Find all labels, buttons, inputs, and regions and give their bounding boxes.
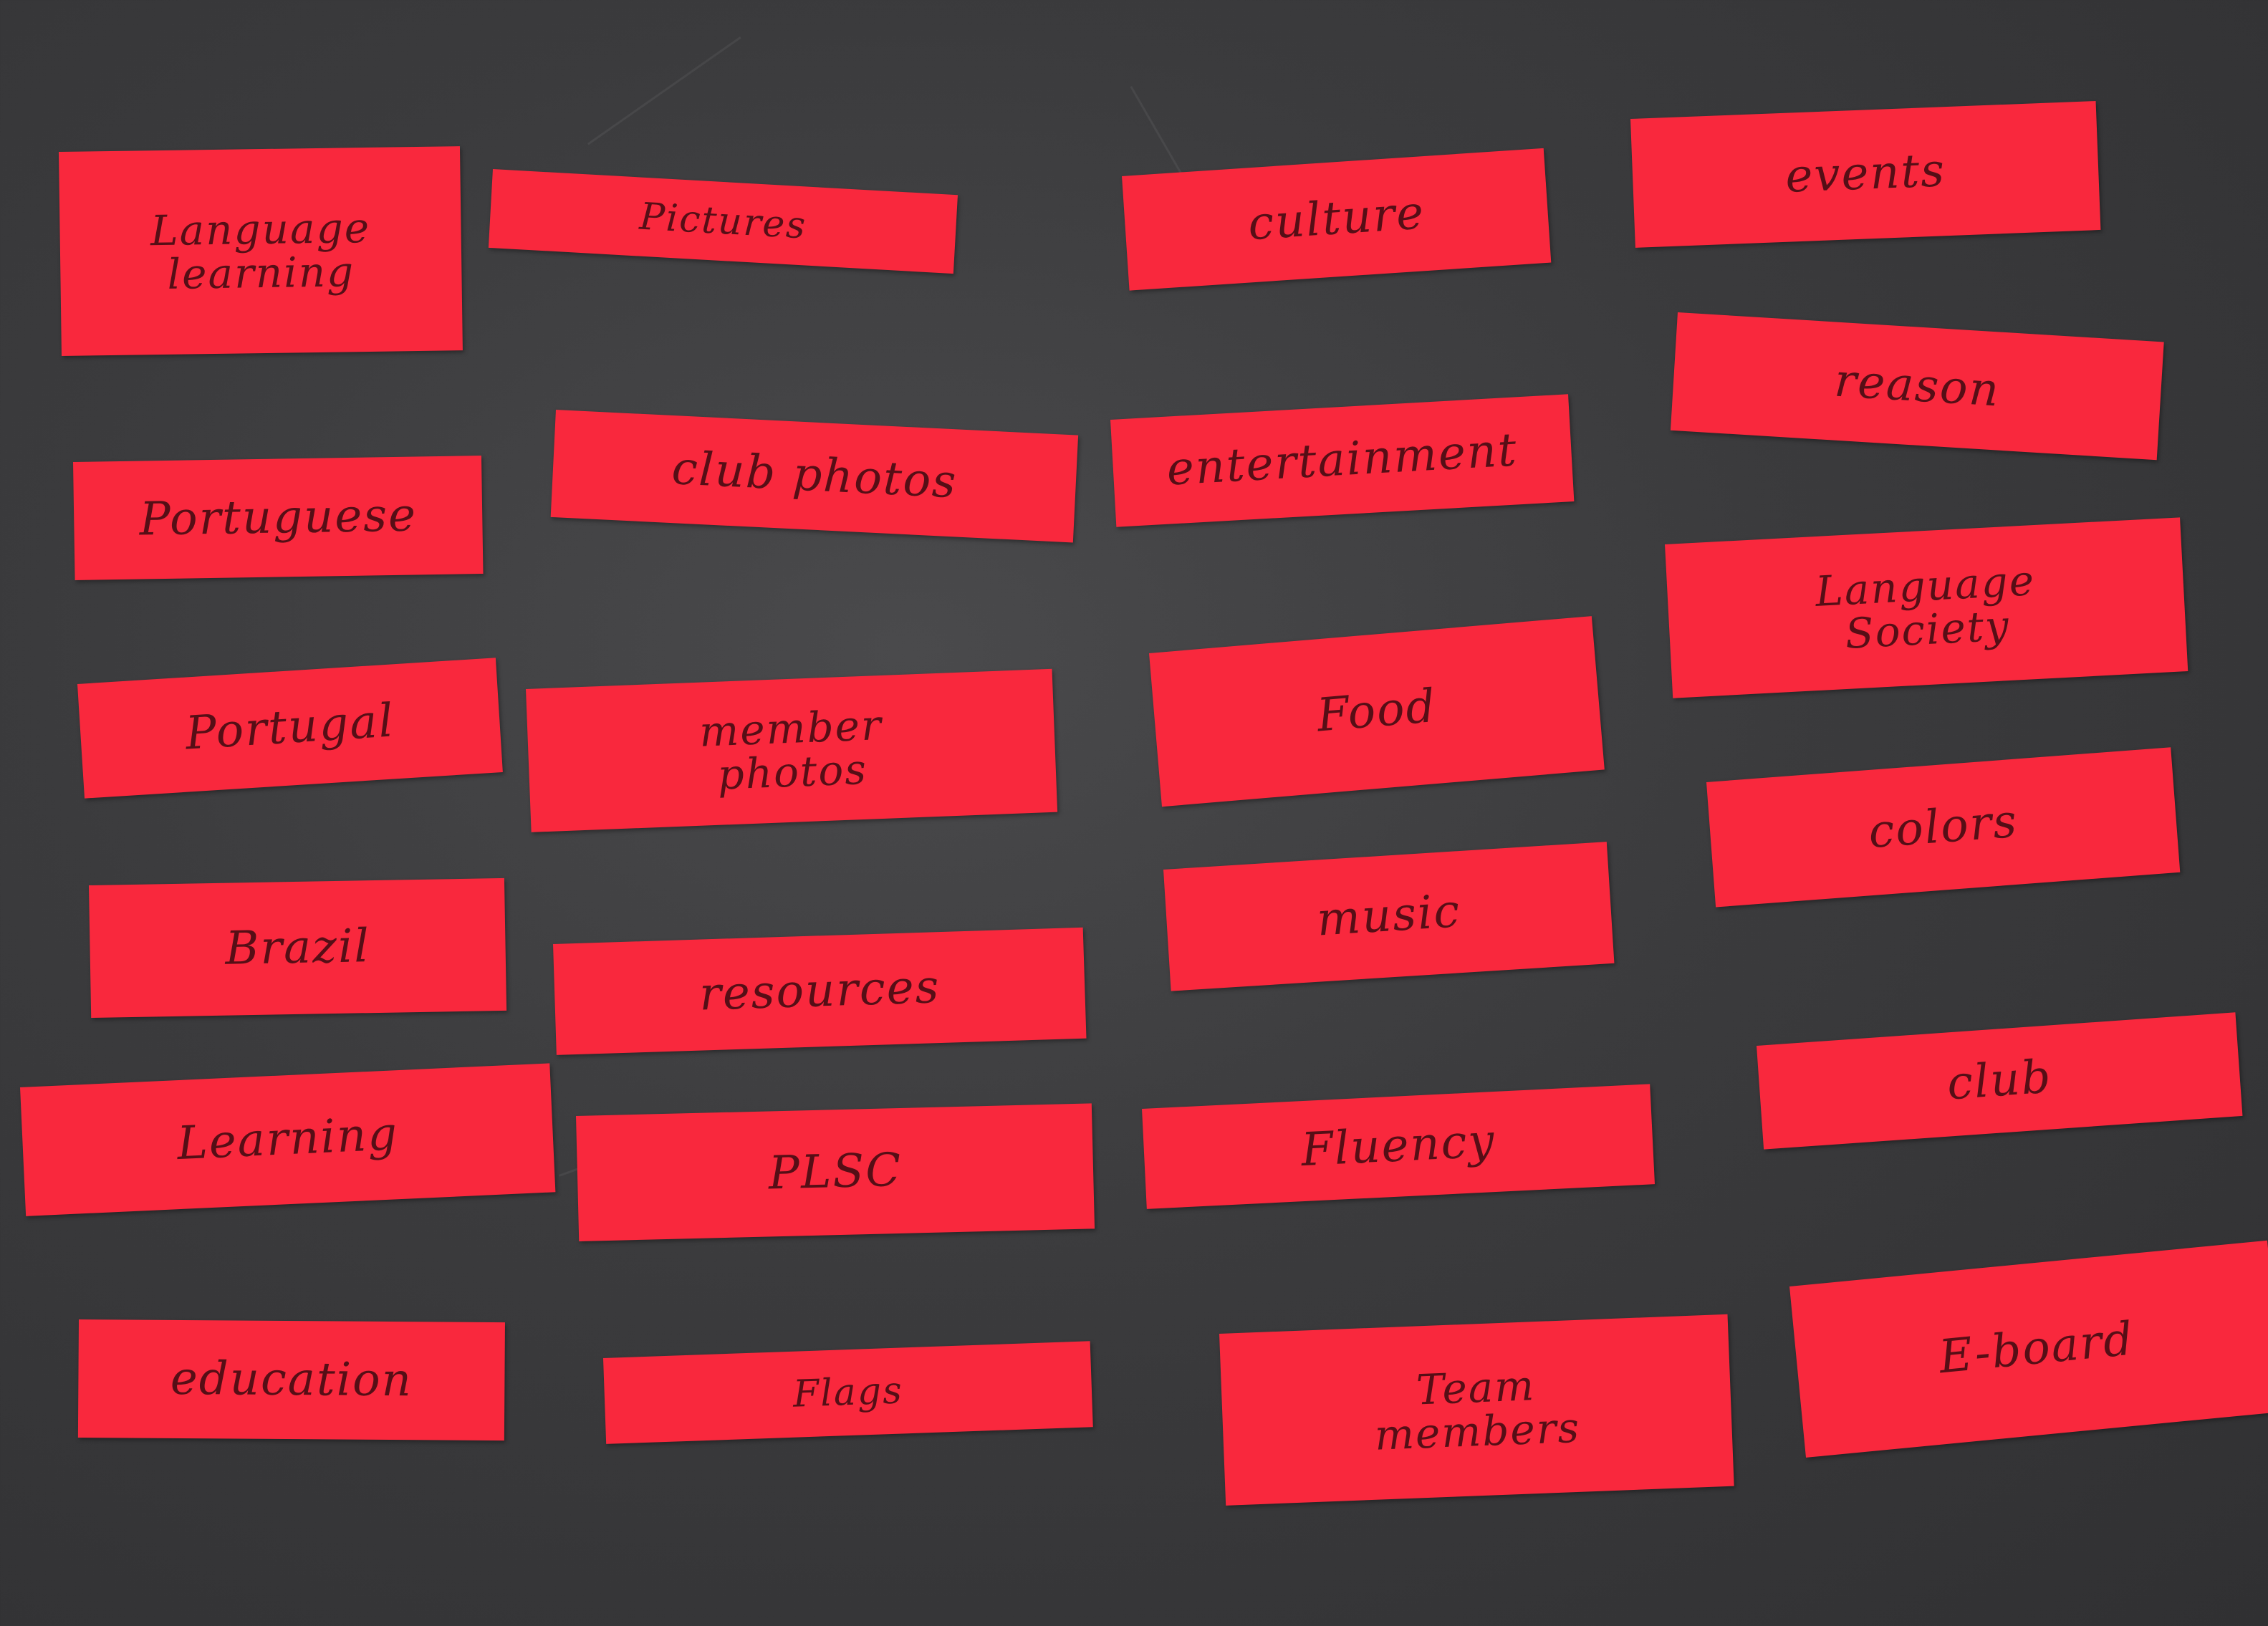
card-food[interactable]: Food (1149, 616, 1605, 807)
card-label: Learning (176, 1107, 400, 1171)
card-label: reason (1832, 354, 2002, 418)
card-label: club (1945, 1050, 2054, 1111)
card-label: club photos (671, 442, 958, 509)
card-member-photos[interactable]: member photos (526, 668, 1058, 832)
card-brazil[interactable]: Brazil (89, 877, 507, 1018)
card-label: music (1315, 885, 1463, 948)
card-label: Portugal (183, 694, 397, 761)
card-learning[interactable]: Learning (20, 1063, 556, 1216)
card-pictures[interactable]: Pictures (488, 169, 958, 274)
card-e-board[interactable]: E-board (1789, 1240, 2268, 1458)
card-education[interactable]: education (77, 1319, 505, 1441)
card-label: entertainment (1165, 423, 1519, 497)
card-label: Flags (792, 1369, 904, 1416)
surface-scratch (587, 36, 741, 145)
card-label: culture (1246, 186, 1427, 251)
card-team-members[interactable]: Team members (1219, 1314, 1734, 1506)
card-label: Team members (1373, 1361, 1582, 1460)
card-label: E-board (1936, 1312, 2137, 1385)
card-label: member photos (698, 701, 883, 799)
card-label: education (170, 1352, 413, 1408)
card-fluency[interactable]: Fluency (1142, 1084, 1655, 1209)
card-portugal[interactable]: Portugal (77, 658, 503, 799)
card-language-learning[interactable]: Language learning (59, 146, 463, 356)
card-resources[interactable]: resources (553, 927, 1087, 1055)
card-entertainment[interactable]: entertainment (1110, 394, 1575, 527)
card-plsc[interactable]: PLSC (576, 1103, 1095, 1241)
table-surface: Language learning Pictures culture events Po… (0, 0, 2268, 1626)
card-music[interactable]: music (1163, 842, 1615, 991)
card-label: Portuguese (139, 489, 418, 547)
card-club[interactable]: club (1757, 1012, 2243, 1150)
card-club-photos[interactable]: club photos (550, 410, 1079, 543)
card-portuguese[interactable]: Portuguese (73, 456, 484, 580)
card-flags[interactable]: Flags (603, 1341, 1093, 1444)
card-label: Brazil (224, 920, 371, 976)
card-label: events (1784, 144, 1947, 204)
card-label: PLSC (767, 1143, 903, 1201)
card-label: Food (1315, 679, 1439, 743)
card-language-society[interactable]: Language Society (1665, 517, 2188, 698)
card-label: resources (698, 960, 941, 1021)
card-events[interactable]: events (1630, 101, 2101, 248)
card-reason[interactable]: reason (1670, 312, 2164, 461)
card-label: colors (1866, 794, 2020, 860)
card-label: Fluency (1299, 1115, 1497, 1178)
card-label: Language learning (150, 203, 371, 299)
card-culture[interactable]: culture (1122, 148, 1552, 291)
card-label: Pictures (638, 195, 808, 248)
card-label: Language Society (1814, 555, 2037, 658)
card-colors[interactable]: colors (1706, 747, 2181, 908)
